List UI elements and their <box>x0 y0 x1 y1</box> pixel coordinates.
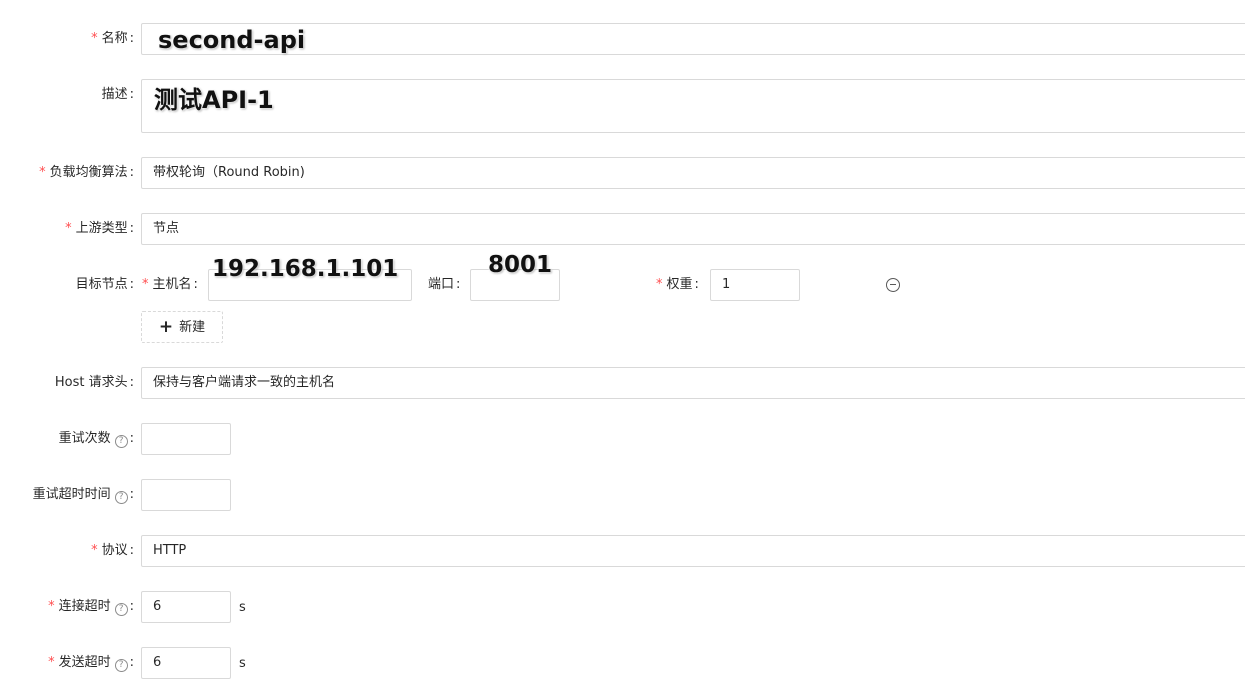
description-textarea[interactable] <box>141 79 1245 133</box>
send-timeout-value: 6 <box>153 655 162 670</box>
name-value: second-api <box>158 26 306 54</box>
add-node-button[interactable]: + 新建 <box>141 311 223 343</box>
upstream-type-value: 节点 <box>153 221 180 236</box>
upstream-form: * 名称: second-api 描述: 测试API-1 * 负载均衡算法: 带权轮… <box>0 0 1245 687</box>
remove-node-icon[interactable] <box>886 278 900 292</box>
question-circle-icon[interactable]: ? <box>114 659 128 672</box>
retry-timeout-label: 重试超时时间?: <box>32 487 134 504</box>
host-header-value: 保持与客户端请求一致的主机名 <box>153 375 336 390</box>
weight-value: 1 <box>722 277 731 292</box>
lb-algorithm-label: * 负载均衡算法: <box>39 165 134 180</box>
connect-timeout-value: 6 <box>153 599 162 614</box>
connect-timeout-input[interactable]: 6 <box>141 591 231 623</box>
host-header-label: Host 请求头: <box>54 375 134 390</box>
retry-timeout-input[interactable] <box>141 479 231 511</box>
name-label: * 名称: <box>91 31 134 46</box>
upstream-type-select[interactable]: 节点 <box>141 213 1245 245</box>
host-header-select[interactable]: 保持与客户端请求一致的主机名 <box>141 367 1245 399</box>
upstream-type-label: * 上游类型: <box>65 221 134 236</box>
retry-count-label: 重试次数?: <box>58 431 134 448</box>
lb-algorithm-select[interactable]: 带权轮询（Round Robin) <box>141 157 1245 189</box>
send-timeout-input[interactable]: 6 <box>141 647 231 679</box>
host-value: 192.168.1.101 <box>212 256 399 282</box>
question-circle-icon[interactable]: ? <box>114 603 128 616</box>
host-label: * 主机名: <box>142 277 198 292</box>
plus-icon: + <box>158 317 174 337</box>
connect-timeout-label: * 连接超时?: <box>48 599 134 616</box>
protocol-value: HTTP <box>153 543 187 558</box>
weight-label: * 权重: <box>656 277 699 292</box>
question-circle-icon[interactable]: ? <box>114 435 128 448</box>
protocol-select[interactable]: HTTP <box>141 535 1245 567</box>
protocol-label: * 协议: <box>91 543 134 558</box>
target-nodes-label: 目标节点: <box>75 277 134 292</box>
required-mark: * <box>91 31 98 46</box>
description-label: 描述: <box>101 87 134 102</box>
send-timeout-unit: s <box>239 656 246 671</box>
weight-input[interactable]: 1 <box>710 269 800 301</box>
send-timeout-label: * 发送超时?: <box>48 655 134 672</box>
retry-count-input[interactable] <box>141 423 231 455</box>
port-label: 端口: <box>428 277 461 292</box>
lb-algorithm-value: 带权轮询（Round Robin) <box>153 165 305 180</box>
description-value: 测试API-1 <box>154 86 274 114</box>
port-value: 8001 <box>488 252 553 278</box>
question-circle-icon[interactable]: ? <box>114 491 128 504</box>
name-input[interactable] <box>141 23 1245 55</box>
connect-timeout-unit: s <box>239 600 246 615</box>
